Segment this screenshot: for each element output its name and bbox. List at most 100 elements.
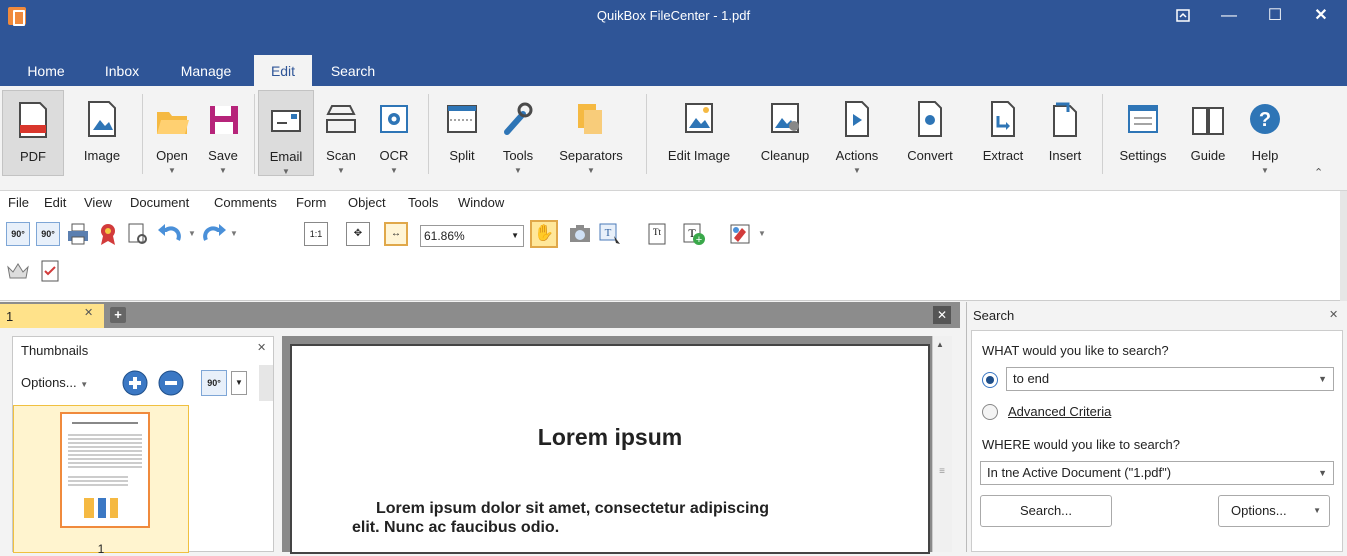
- close-button[interactable]: ✕: [1298, 0, 1344, 32]
- zoom-out-icon[interactable]: [157, 369, 185, 397]
- fit-width-icon[interactable]: ↔: [384, 222, 408, 246]
- settings-button[interactable]: Settings: [1110, 90, 1176, 176]
- rotate-right-icon[interactable]: 90°: [36, 222, 60, 246]
- search-scope-select[interactable]: In tne Active Document ("1.pdf") ▼: [980, 461, 1334, 485]
- select-text-icon[interactable]: T: [598, 222, 622, 246]
- chevron-down-icon: ▼: [511, 231, 519, 240]
- query-radio[interactable]: [982, 372, 998, 388]
- new-tab-icon[interactable]: +: [110, 307, 126, 323]
- tab-home[interactable]: Home: [16, 58, 76, 86]
- maximize-button[interactable]: ☐: [1252, 0, 1298, 32]
- chevron-down-icon[interactable]: ▼: [188, 229, 196, 238]
- crown-icon[interactable]: [6, 259, 30, 283]
- save-button[interactable]: Save ▼: [198, 90, 248, 176]
- document-search-icon[interactable]: [126, 222, 150, 246]
- tab-search[interactable]: Search: [320, 58, 386, 86]
- email-button[interactable]: Email ▼: [258, 90, 314, 176]
- zoom-select[interactable]: 61.86% ▼: [420, 225, 524, 247]
- thumbnails-options[interactable]: Options... ▼: [21, 375, 88, 390]
- thumbnail-scrollbar[interactable]: [259, 365, 273, 401]
- convert-button[interactable]: Convert: [896, 90, 964, 176]
- close-document-icon[interactable]: ✕: [933, 306, 951, 324]
- rotate-left-icon[interactable]: 90°: [6, 222, 30, 246]
- print-icon[interactable]: [66, 222, 90, 246]
- where-label: WHERE would you like to search?: [982, 437, 1180, 452]
- insert-label: Insert: [1048, 148, 1082, 163]
- menu-file[interactable]: File: [8, 195, 29, 210]
- zoom-in-icon[interactable]: [121, 369, 149, 397]
- split-label: Split: [449, 148, 475, 163]
- actual-size-icon[interactable]: 1:1: [304, 222, 328, 246]
- scan-button[interactable]: Scan ▼: [318, 90, 364, 176]
- menu-form[interactable]: Form: [296, 195, 326, 210]
- tab-edit[interactable]: Edit: [254, 55, 312, 86]
- search-button[interactable]: Search...: [980, 495, 1112, 527]
- menu-document[interactable]: Document: [130, 195, 189, 210]
- insert-icon: [1053, 102, 1077, 137]
- minimize-button[interactable]: —: [1206, 0, 1252, 32]
- menu-view[interactable]: View: [84, 195, 112, 210]
- chevron-down-icon[interactable]: ▼: [230, 229, 238, 238]
- add-text-icon[interactable]: T +: [682, 222, 706, 246]
- close-tab-icon[interactable]: ✕: [84, 306, 93, 319]
- cleanup-icon: [771, 103, 799, 133]
- redo-icon[interactable]: [198, 222, 228, 246]
- chevron-down-icon: ▼: [390, 166, 398, 175]
- tab-inbox[interactable]: Inbox: [92, 58, 152, 86]
- scroll-up-icon[interactable]: ▲: [936, 340, 944, 349]
- typewriter-icon[interactable]: Tt: [646, 222, 670, 246]
- viewer-scrollbar[interactable]: ▲ ≡: [932, 336, 952, 552]
- actions-button[interactable]: Actions ▼: [828, 90, 886, 176]
- rotate-thumbnail-icon[interactable]: 90°: [201, 370, 227, 396]
- stamp-icon[interactable]: [728, 222, 752, 246]
- chevron-down-icon[interactable]: ▼: [758, 229, 766, 238]
- tab-manage[interactable]: Manage: [168, 58, 244, 86]
- split-button[interactable]: Split: [436, 90, 488, 176]
- email-label: Email: [269, 149, 303, 164]
- menu-tools[interactable]: Tools: [408, 195, 438, 210]
- advanced-criteria-link[interactable]: Advanced Criteria: [1008, 404, 1111, 419]
- image-button[interactable]: Image: [70, 90, 134, 176]
- undo-icon[interactable]: [156, 222, 186, 246]
- tools-button[interactable]: Tools ▼: [494, 90, 542, 176]
- open-label: Open: [156, 148, 188, 163]
- close-icon[interactable]: ✕: [257, 341, 266, 354]
- hand-tool-icon[interactable]: ✋: [530, 220, 558, 248]
- search-options-button[interactable]: Options... ▼: [1218, 495, 1330, 527]
- chevron-down-icon: ▼: [1313, 506, 1321, 515]
- thumbnail-item[interactable]: 1: [13, 405, 189, 556]
- separators-button[interactable]: Separators ▼: [550, 90, 632, 176]
- snapshot-icon[interactable]: [568, 222, 592, 246]
- guide-button[interactable]: Guide: [1180, 90, 1236, 176]
- search-scope-value: In tne Active Document ("1.pdf"): [987, 465, 1172, 480]
- toolbar-scrollbar[interactable]: [1340, 191, 1347, 301]
- email-icon: [271, 110, 301, 132]
- save-icon: [210, 106, 238, 134]
- menu-object[interactable]: Object: [348, 195, 386, 210]
- close-icon[interactable]: ✕: [1329, 308, 1338, 321]
- chevron-down-icon: ▼: [282, 167, 290, 176]
- pdf-button[interactable]: PDF: [2, 90, 64, 176]
- document-tab[interactable]: 1 ✕: [0, 304, 104, 328]
- cleanup-button[interactable]: Cleanup: [752, 90, 818, 176]
- menu-comments[interactable]: Comments: [214, 195, 277, 210]
- chevron-down-icon[interactable]: ▼: [231, 371, 247, 395]
- ocr-button[interactable]: OCR ▼: [368, 90, 420, 176]
- help-button[interactable]: ? Help ▼: [1240, 90, 1290, 176]
- fit-page-icon[interactable]: ✥: [346, 222, 370, 246]
- form-checklist-icon[interactable]: [38, 259, 62, 283]
- certificate-icon[interactable]: [96, 222, 120, 246]
- document-viewer[interactable]: Lorem ipsum Lorem ipsum dolor sit amet, …: [282, 336, 952, 554]
- insert-button[interactable]: Insert: [1036, 90, 1094, 176]
- menu-edit[interactable]: Edit: [44, 195, 66, 210]
- search-query-input[interactable]: to end ▼: [1006, 367, 1334, 391]
- collapse-ribbon-icon[interactable]: ⌃: [1314, 166, 1323, 179]
- restore-ribbon-icon[interactable]: [1160, 0, 1206, 32]
- chevron-down-icon: ▼: [853, 166, 861, 175]
- advanced-radio[interactable]: [982, 404, 998, 420]
- extract-button[interactable]: Extract: [974, 90, 1032, 176]
- scroll-thumb[interactable]: ≡: [935, 466, 949, 490]
- edit-image-button[interactable]: Edit Image: [656, 90, 742, 176]
- menu-window[interactable]: Window: [458, 195, 504, 210]
- open-button[interactable]: Open ▼: [148, 90, 196, 176]
